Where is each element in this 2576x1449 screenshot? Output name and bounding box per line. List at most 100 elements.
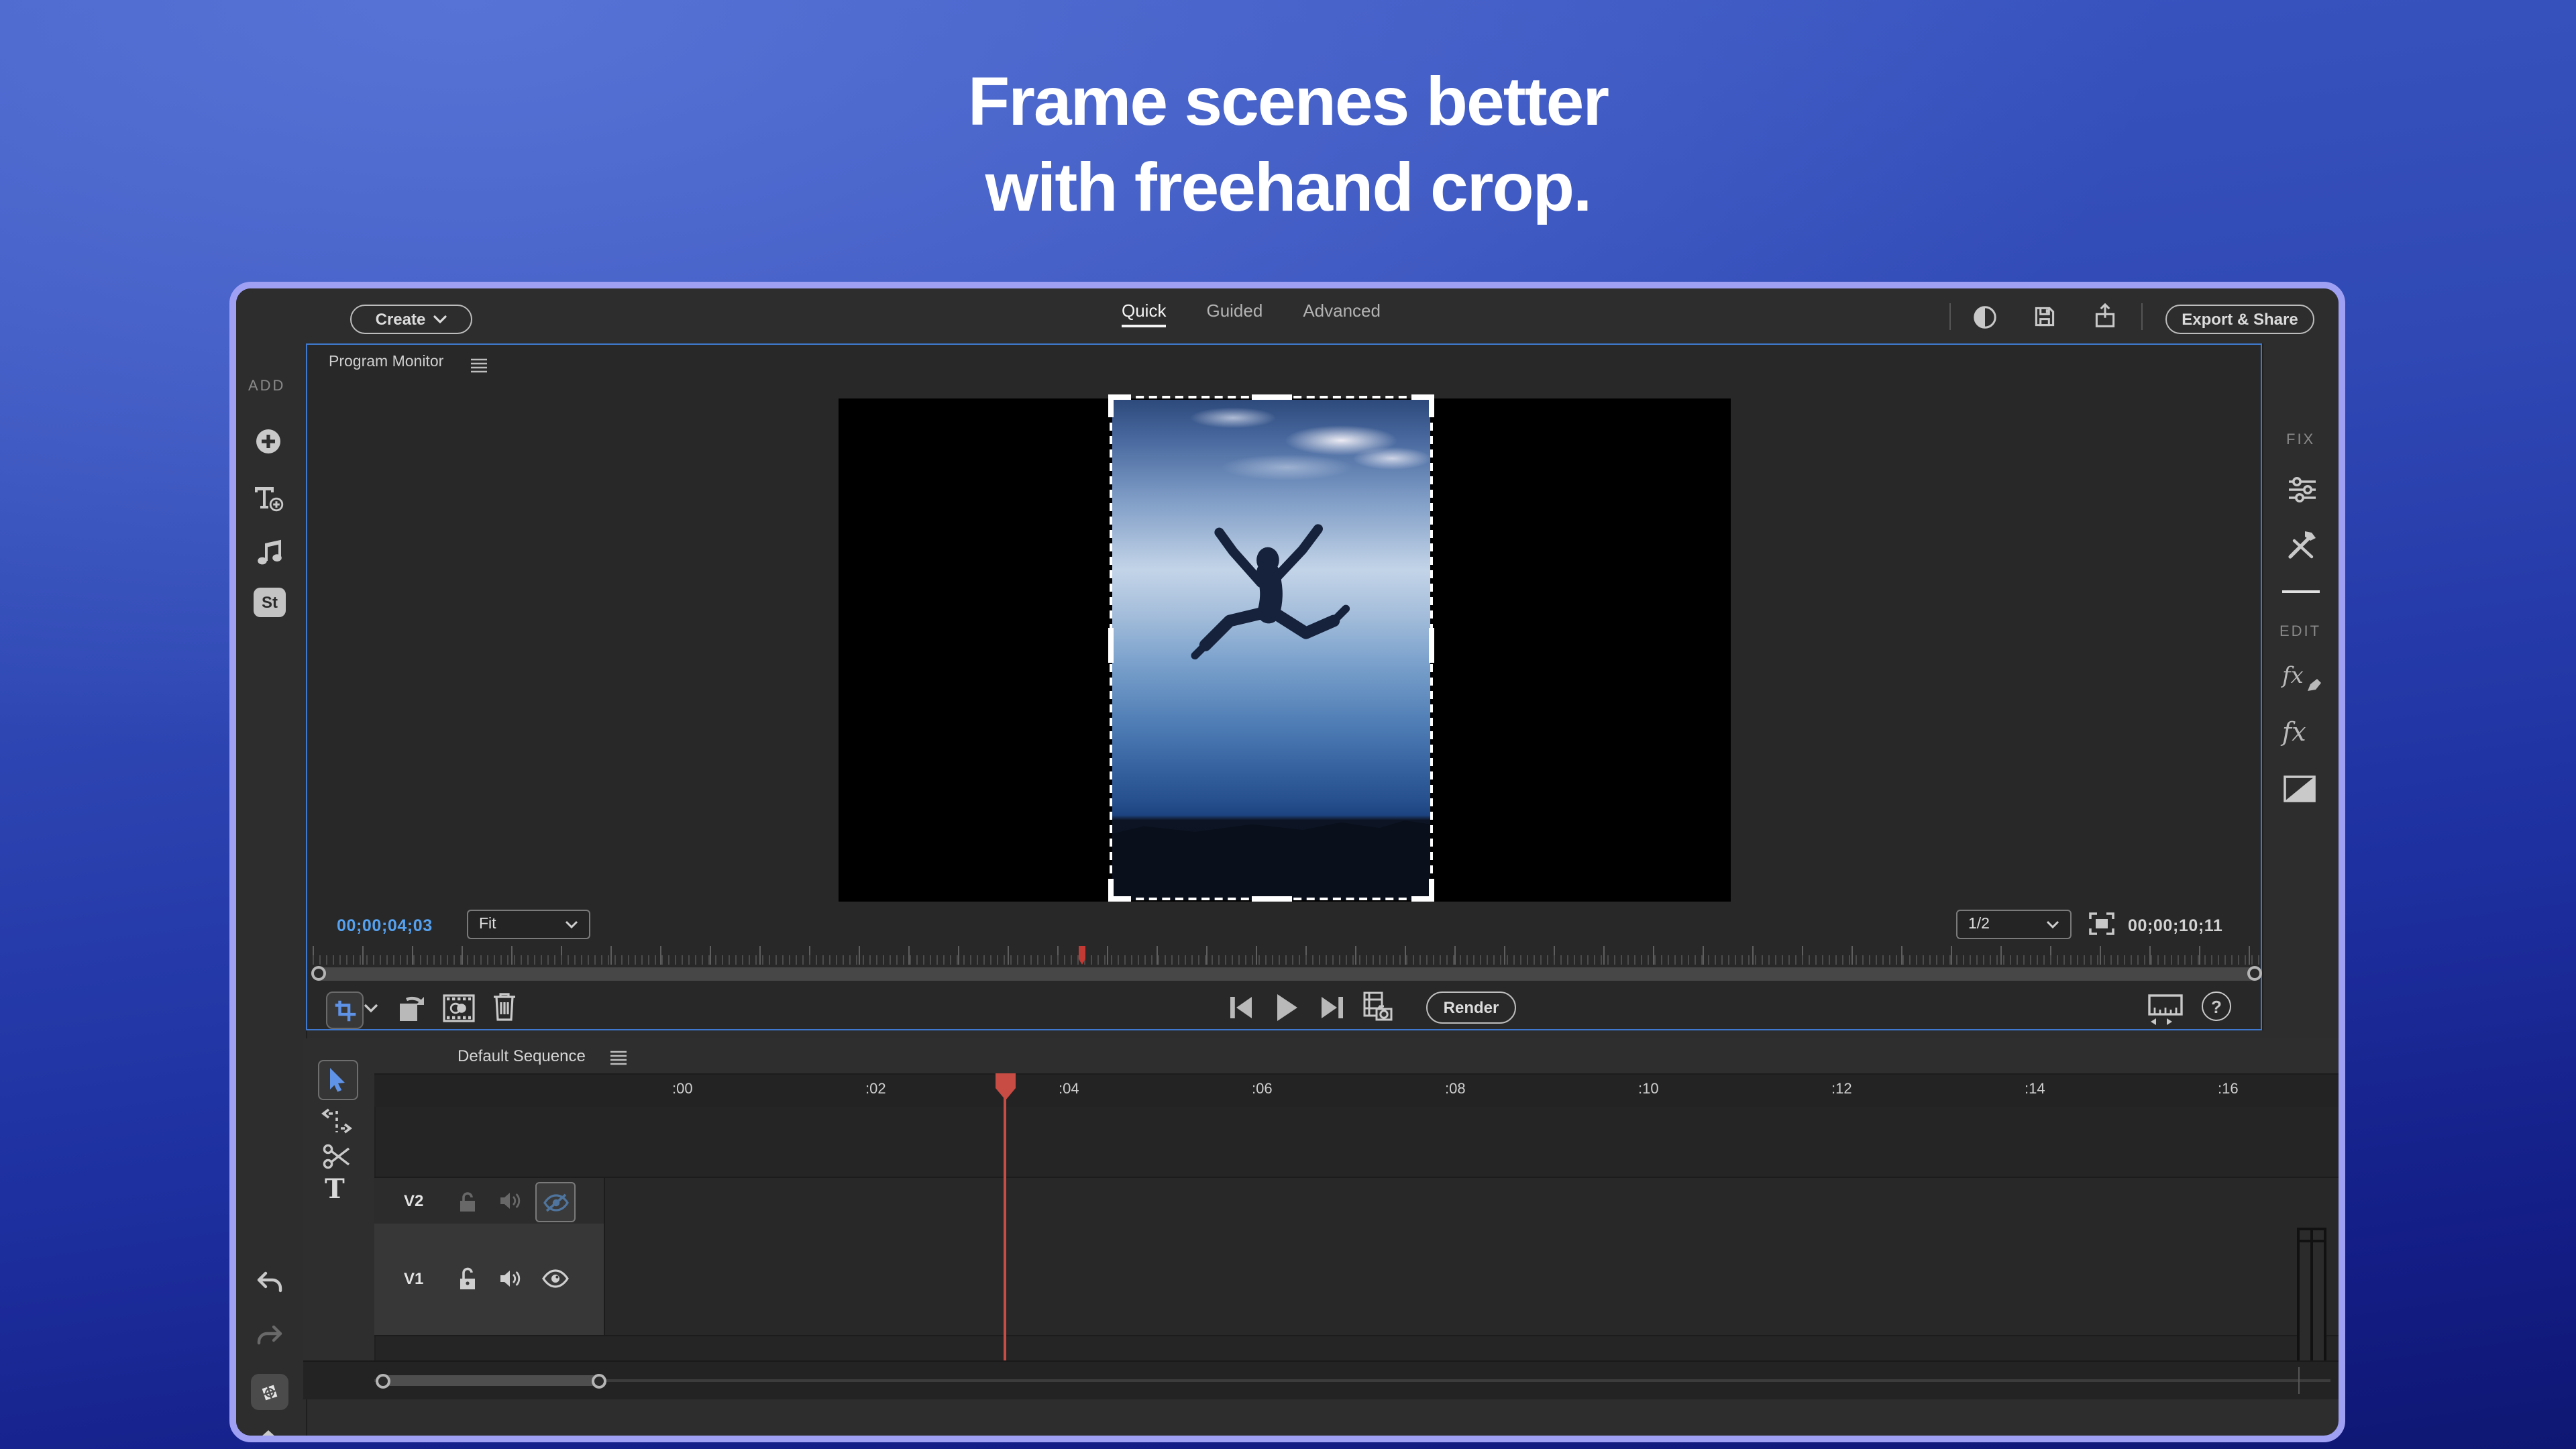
sequence-header: Default Sequence <box>374 1038 2339 1073</box>
eye-icon[interactable] <box>542 1269 569 1288</box>
monitor-panel-menu-icon[interactable] <box>471 358 487 373</box>
top-toolbar: Create Quick Guided Advanced Export & Sh… <box>236 288 2339 343</box>
crop-handle-bottom[interactable] <box>1252 896 1293 902</box>
ruler-tick-label: :08 <box>1445 1081 1466 1097</box>
timeline-ruler[interactable]: :00 :02 :04 :06 :08 :10 :12 :14 :16 <box>374 1073 2339 1107</box>
sequence-menu-icon[interactable] <box>610 1051 627 1065</box>
duration-timecode: 00;00;10;11 <box>2128 916 2222 935</box>
save-icon[interactable] <box>2033 305 2057 329</box>
transitions-icon[interactable] <box>2284 775 2316 802</box>
lock-icon[interactable] <box>458 1190 478 1213</box>
rail-divider <box>2282 590 2320 593</box>
next-frame-button[interactable] <box>1319 994 1346 1021</box>
freehand-crop-tool-icon[interactable] <box>251 1374 288 1410</box>
eye-slash-icon <box>543 1192 568 1212</box>
crop-marquee[interactable] <box>1110 396 1433 900</box>
fullscreen-icon[interactable] <box>2089 912 2114 935</box>
crop-tool-button[interactable] <box>326 991 364 1029</box>
export-share-button[interactable]: Export & Share <box>2165 305 2314 334</box>
crop-handle-top-right[interactable] <box>1411 394 1434 417</box>
footer-divider <box>2298 1367 2300 1394</box>
effects-icon[interactable]: fx <box>2282 718 2306 747</box>
fx-edit-text: fx <box>2282 663 2304 690</box>
headline: Frame scenes better with freehand crop. <box>0 59 2576 231</box>
current-timecode[interactable]: 00;00;04;03 <box>337 916 433 935</box>
fix-tools-icon[interactable] <box>2285 529 2318 562</box>
contrast-toggle-icon[interactable] <box>1972 305 1998 330</box>
chevron-down-icon <box>433 315 447 323</box>
rotate-icon[interactable] <box>396 991 429 1025</box>
pencil-glyph <box>2306 678 2321 692</box>
crop-tool-chevron-icon[interactable] <box>364 1004 378 1013</box>
snapshot-icon[interactable] <box>1362 991 1394 1024</box>
video-stage <box>839 398 1731 902</box>
adjust-sliders-icon[interactable] <box>2286 475 2318 504</box>
mute-icon[interactable] <box>499 1190 522 1212</box>
ruler-tick-label: :04 <box>1059 1081 1079 1097</box>
fx-text: fx <box>2282 718 2306 747</box>
playback-quality-dropdown[interactable]: 1/2 <box>1956 910 2072 939</box>
track-v2-label: V2 <box>404 1191 423 1210</box>
play-button[interactable] <box>1273 993 1300 1022</box>
mode-tabs: Quick Guided Advanced <box>1122 301 1381 327</box>
crop-handle-bottom-left[interactable] <box>1108 879 1131 902</box>
cut-tool-icon[interactable] <box>322 1143 352 1170</box>
previous-frame-button[interactable] <box>1228 994 1254 1021</box>
crop-handle-bottom-right[interactable] <box>1411 879 1434 902</box>
ruler-tick-label: :00 <box>672 1081 693 1097</box>
adobe-stock-icon[interactable]: St <box>254 588 286 617</box>
crop-handle-top[interactable] <box>1252 394 1293 400</box>
ruler-tick-label: :02 <box>865 1081 886 1097</box>
add-media-icon[interactable] <box>254 427 283 456</box>
timeline-scroll-left-knob[interactable] <box>376 1374 390 1389</box>
crop-handle-right[interactable] <box>1429 628 1434 663</box>
chevron-down-icon <box>2046 920 2059 928</box>
left-rail: ADD St <box>236 343 307 1436</box>
scrollbar-right-knob[interactable] <box>2247 966 2262 981</box>
crop-handle-top-left[interactable] <box>1108 394 1131 417</box>
right-rail: FIX EDIT fx fx <box>2262 343 2340 1030</box>
audio-icon[interactable] <box>499 1268 522 1289</box>
delete-icon[interactable] <box>491 991 518 1022</box>
timeline-scroll-thumb[interactable] <box>382 1375 598 1386</box>
track-v1: V1 <box>374 1224 2339 1336</box>
redo-icon[interactable] <box>255 1326 284 1350</box>
monitor-scrub-ruler[interactable] <box>313 946 2261 965</box>
tab-advanced[interactable]: Advanced <box>1303 301 1381 327</box>
monitor-scrollbar[interactable] <box>313 967 2261 981</box>
trim-tool-icon[interactable] <box>321 1108 353 1135</box>
render-button[interactable]: Render <box>1426 991 1516 1024</box>
timeline-scroll-right-knob[interactable] <box>592 1374 606 1389</box>
home-icon[interactable] <box>252 1428 284 1442</box>
add-music-icon[interactable] <box>255 535 284 568</box>
ruler-tick-label: :10 <box>1638 1081 1659 1097</box>
timeline-scroll-track[interactable] <box>374 1379 2330 1382</box>
dual-monitor-icon[interactable] <box>2148 993 2183 1025</box>
effects-preview-icon[interactable] <box>443 994 475 1022</box>
timeline-playhead-line <box>1004 1073 1006 1397</box>
unlock-icon[interactable] <box>458 1267 478 1291</box>
track-v2-hidden-toggle[interactable] <box>535 1182 576 1222</box>
tab-quick[interactable]: Quick <box>1122 301 1166 327</box>
tab-guided[interactable]: Guided <box>1206 301 1263 327</box>
track-v2: V2 <box>374 1177 2339 1226</box>
share-icon[interactable] <box>2093 303 2117 329</box>
create-button-label: Create <box>376 310 426 329</box>
edit-effects-icon[interactable]: fx <box>2282 663 2304 690</box>
toolbar-divider-right <box>2141 303 2143 330</box>
selection-tool-button[interactable] <box>318 1060 358 1100</box>
undo-icon[interactable] <box>255 1271 284 1297</box>
text-tool-button[interactable]: T <box>325 1173 345 1205</box>
zoom-fit-dropdown[interactable]: Fit <box>467 910 590 939</box>
sequence-title: Default Sequence <box>458 1046 586 1065</box>
track-v1-label: V1 <box>404 1269 423 1288</box>
create-button[interactable]: Create <box>350 305 472 334</box>
scrollbar-left-knob[interactable] <box>311 966 326 981</box>
marketing-background: Frame scenes better with freehand crop. … <box>0 0 2576 1449</box>
add-text-icon[interactable] <box>252 483 284 513</box>
help-icon[interactable]: ? <box>2202 991 2231 1021</box>
selection-arrow-icon <box>328 1068 348 1092</box>
crop-handle-left[interactable] <box>1108 628 1114 663</box>
render-button-label: Render <box>1444 998 1499 1017</box>
headline-line-2: with freehand crop. <box>0 145 2576 231</box>
